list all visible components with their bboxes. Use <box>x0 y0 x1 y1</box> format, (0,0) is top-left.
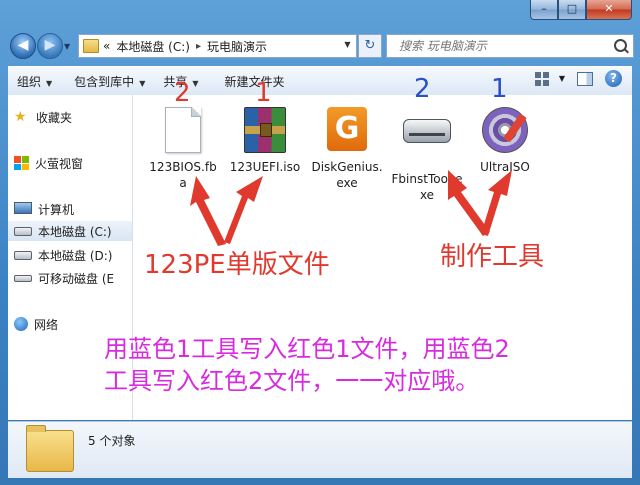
object-count: 5 个对象 <box>88 434 136 448</box>
explorer-window: – □ ✕ ◀ ▶ ▼ « 本地磁盘 (C:) ▸ 玩电脑演示 ▼ ↻ 搜索 玩… <box>0 0 640 485</box>
include-in-library-label: 包含到库中 <box>74 74 135 89</box>
file-name: FbinstTool.exe <box>391 172 463 202</box>
address-bar[interactable]: « 本地磁盘 (C:) ▸ 玩电脑演示 <box>78 34 357 58</box>
chevron-down-icon: ▼ <box>139 78 146 88</box>
pe-files-caption: 123PE单版文件 <box>144 250 330 280</box>
blue-number-1-annotation: 1 <box>491 74 508 104</box>
diskgenius-icon: G <box>327 107 367 151</box>
file-item[interactable]: FbinstTool.exe <box>391 105 463 203</box>
file-name: 123BIOS.fba <box>149 160 217 190</box>
chevron-down-icon: ▼ <box>46 78 53 88</box>
folder-icon <box>83 39 99 53</box>
chevron-down-icon: ▼ <box>344 40 351 49</box>
instruction-note: 用蓝色1工具写入红色1文件，用蓝色2 工具写入红色2文件，一一对应哦。 <box>104 333 624 397</box>
sidebar-item-label: 本地磁盘 (D:) <box>38 248 113 263</box>
drive-icon <box>14 250 32 260</box>
instruction-line-1: 用蓝色1工具写入红色1文件，用蓝色2 <box>104 335 510 363</box>
back-button[interactable]: ◀ <box>10 33 36 59</box>
sidebar-item-favorites[interactable]: ★ 收藏夹 <box>14 107 72 127</box>
search-box[interactable] <box>386 34 634 58</box>
minimize-button[interactable]: – <box>530 0 558 20</box>
refresh-button[interactable]: ↻ <box>358 34 382 58</box>
sidebar-item-label: 本地磁盘 (C:) <box>38 224 112 239</box>
blue-number-2-annotation: 2 <box>414 74 431 104</box>
hard-drive-icon <box>403 119 451 143</box>
ultraiso-disc-icon <box>482 107 528 153</box>
red-number-2-annotation: 2 <box>174 78 191 108</box>
change-view-icon[interactable] <box>534 71 549 86</box>
caption-buttons: – □ ✕ <box>530 0 632 20</box>
breadcrumb-drive-c[interactable]: 本地磁盘 (C:) <box>116 38 190 55</box>
help-icon[interactable]: ? <box>605 70 622 87</box>
title-bar[interactable]: – □ ✕ <box>0 0 640 28</box>
back-arrow-icon: ◀ <box>17 37 29 53</box>
star-icon: ★ <box>14 109 27 125</box>
network-globe-icon <box>14 317 28 331</box>
command-bar: 组织 ▼ 包含到库中 ▼ 共享 ▼ 新建文件夹 ▼ ? <box>8 66 632 96</box>
sidebar-item-network[interactable]: 网络 <box>14 314 58 334</box>
chevron-down-icon: ▼ <box>192 78 199 88</box>
address-prefix[interactable]: « <box>103 39 110 53</box>
winrar-archive-icon <box>244 107 286 153</box>
search-icon[interactable] <box>614 39 627 52</box>
sidebar-item-label: 可移动磁盘 (E <box>38 271 115 286</box>
sidebar-item-drive-c[interactable]: 本地磁盘 (C:) <box>8 221 132 241</box>
usb-drive-icon <box>14 274 32 282</box>
close-button[interactable]: ✕ <box>586 0 632 20</box>
sidebar-item-drive-d[interactable]: 本地磁盘 (D:) <box>14 245 112 265</box>
windows-logo-icon <box>14 156 29 170</box>
view-dropdown-chevron-icon[interactable]: ▼ <box>559 74 565 83</box>
preview-pane-icon[interactable] <box>577 71 593 86</box>
file-item[interactable]: UltraISO <box>469 105 541 175</box>
organize-label: 组织 <box>17 74 42 89</box>
file-name: DiskGenius.exe <box>311 160 383 190</box>
refresh-icon: ↻ <box>364 38 376 53</box>
folder-icon <box>26 425 74 472</box>
sidebar-item-firefly[interactable]: 火萤视窗 <box>14 153 83 173</box>
recent-pages-dropdown[interactable]: ▼ <box>64 42 70 51</box>
file-name: 123UEFI.iso <box>229 160 301 174</box>
forward-arrow-icon: ▶ <box>44 37 56 53</box>
sidebar-item-label: 收藏夹 <box>36 110 73 125</box>
sidebar-item-label: 火萤视窗 <box>35 156 84 171</box>
breadcrumb-current-folder[interactable]: 玩电脑演示 <box>207 38 267 55</box>
sidebar-item-label: 计算机 <box>38 202 75 217</box>
file-item[interactable]: 123BIOS.fba <box>147 105 219 191</box>
tools-caption: 制作工具 <box>440 242 545 272</box>
document-icon <box>165 107 201 153</box>
file-item[interactable]: 123UEFI.iso <box>229 105 301 175</box>
address-dropdown-button[interactable]: ▼ <box>340 34 355 56</box>
search-input[interactable] <box>387 38 601 54</box>
computer-icon <box>14 201 32 214</box>
sidebar-item-computer[interactable]: 计算机 <box>14 199 74 219</box>
include-in-library-button[interactable]: 包含到库中 ▼ <box>65 73 154 90</box>
forward-button[interactable]: ▶ <box>37 33 63 59</box>
file-item[interactable]: G DiskGenius.exe <box>311 105 383 191</box>
system-drive-icon <box>14 226 32 236</box>
sidebar-item-removable-disk[interactable]: 可移动磁盘 (E <box>14 268 114 288</box>
navigation-bar: ◀ ▶ ▼ « 本地磁盘 (C:) ▸ 玩电脑演示 ▼ ↻ <box>0 30 640 62</box>
breadcrumb-separator[interactable]: ▸ <box>196 41 201 52</box>
details-pane: 5 个对象 <box>8 421 632 478</box>
organize-button[interactable]: 组织 ▼ <box>8 73 61 90</box>
file-name: UltraISO <box>480 160 530 174</box>
instruction-line-2: 工具写入红色2文件，一一对应哦。 <box>104 367 480 395</box>
red-number-1-annotation: 1 <box>255 78 272 108</box>
sidebar-item-label: 网络 <box>34 317 59 332</box>
toolbar-right-group: ▼ ? <box>534 70 622 87</box>
maximize-button[interactable]: □ <box>558 0 586 20</box>
